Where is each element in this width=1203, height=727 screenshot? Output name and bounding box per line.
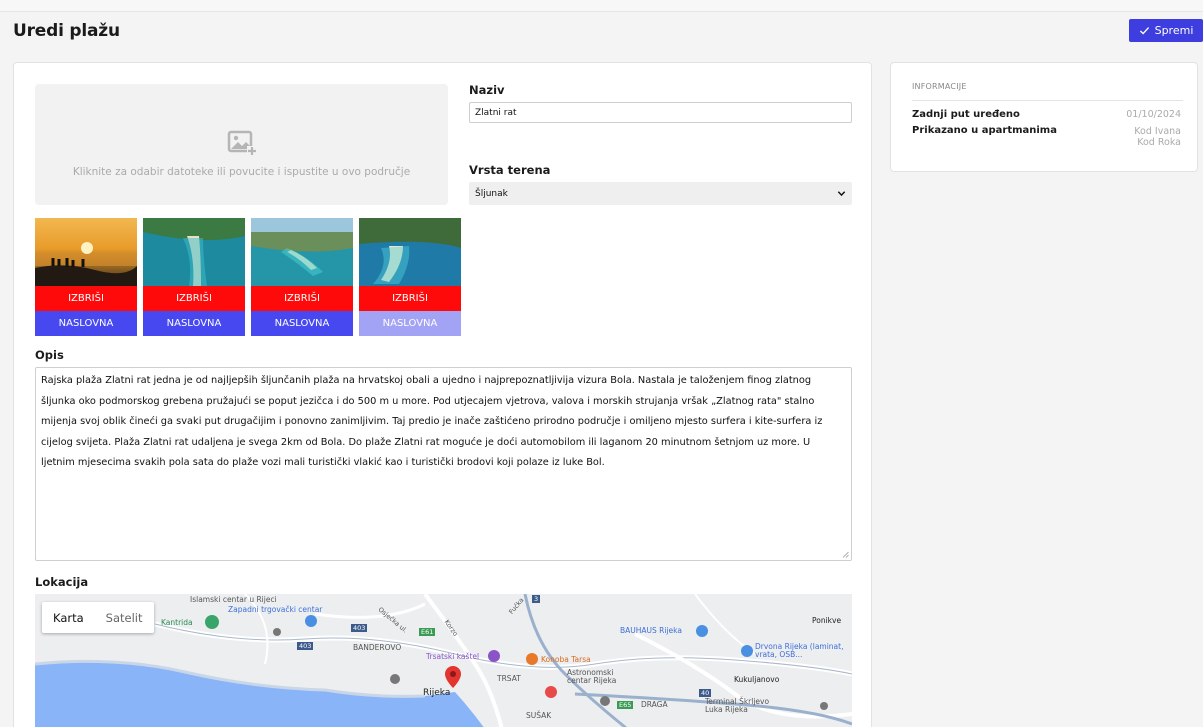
name-label: Naziv: [469, 83, 505, 97]
save-button-label: Spremi: [1154, 24, 1194, 37]
description-text: Rajska plaža Zlatni rat jedna je od najl…: [41, 375, 823, 468]
image-dropzone[interactable]: Kliknite za odabir datoteke ili povucite…: [35, 84, 448, 205]
map-label: Kantrida: [161, 618, 193, 627]
apartment-name: Kod Ivana: [1134, 126, 1181, 137]
map-label: Astronomski centar Rijeka: [567, 668, 617, 685]
resize-handle-icon[interactable]: [842, 551, 849, 558]
beach-image-aerial: [143, 218, 245, 286]
map-tab-satelit[interactable]: Satelit: [95, 602, 154, 633]
beach-image-2: IZBRIŠI NASLOVNA: [143, 218, 245, 336]
map-label: Rijeka: [423, 688, 451, 698]
set-cover-button[interactable]: NASLOVNA: [251, 311, 353, 336]
edit-beach-form: Kliknite za odabir datoteke ili povucite…: [13, 62, 872, 727]
map-type-toggle: Karta Satelit: [42, 602, 154, 633]
last-edited-label: Zadnji put uređeno: [912, 109, 1020, 120]
set-cover-button[interactable]: NASLOVNA: [359, 311, 461, 336]
map-label: BAUHAUS Rijeka: [620, 626, 682, 635]
beach-image-peninsula: [359, 218, 461, 286]
last-edited-value: 01/10/2024: [1126, 109, 1181, 120]
map-label: Konoba Tarsa: [541, 655, 591, 664]
delete-image-button[interactable]: IZBRIŠI: [251, 286, 353, 311]
name-input[interactable]: [469, 102, 852, 123]
road-sign: E61: [419, 628, 436, 636]
beach-image-3: IZBRIŠI NASLOVNA: [251, 218, 353, 336]
map-label: Islamski centar u Rijeci: [190, 595, 277, 604]
map-label: SUŠAK: [526, 711, 552, 720]
save-button[interactable]: Spremi: [1129, 19, 1203, 42]
page-title: Uredi plažu: [13, 21, 120, 41]
shown-in-label: Prikazano u apartmanima: [912, 125, 1057, 136]
map-label: DRAGA: [641, 700, 668, 709]
delete-image-button[interactable]: IZBRIŠI: [359, 286, 461, 311]
dropzone-text: Kliknite za odabir datoteke ili povucite…: [72, 165, 411, 178]
road-sign: 40: [699, 689, 712, 697]
map-tab-karta[interactable]: Karta: [42, 602, 95, 633]
shown-in-values: Kod Ivana Kod Roka: [1134, 126, 1181, 148]
map-label: BANDEROVO: [353, 643, 402, 652]
description-textarea[interactable]: Rajska plaža Zlatni rat jedna je od najl…: [35, 367, 852, 561]
beach-image-coast: [251, 218, 353, 286]
set-cover-button[interactable]: NASLOVNA: [143, 311, 245, 336]
top-bar: [0, 0, 1203, 12]
map-label: Terminal Škrljevo Luka Rijeka: [705, 697, 770, 714]
road-sign: E65: [617, 701, 634, 709]
delete-image-button[interactable]: IZBRIŠI: [143, 286, 245, 311]
map-label: Ponikve: [812, 616, 842, 625]
beach-image-sunset: [35, 218, 137, 286]
map-label: Trsatski kaštel: [426, 652, 480, 661]
info-panel: INFORMACIJE Zadnji put uređeno 01/10/202…: [890, 62, 1198, 172]
location-map[interactable]: Karta Satelit Islamski centar u Rijeci Z…: [35, 594, 852, 727]
beach-image-1: IZBRIŠI NASLOVNA: [35, 218, 137, 336]
terrain-select[interactable]: Šljunak: [469, 182, 852, 205]
location-label: Lokacija: [35, 575, 89, 589]
apartment-name: Kod Roka: [1137, 137, 1181, 148]
beach-image-4: IZBRIŠI NASLOVNA: [359, 218, 461, 336]
map-label: Zapadni trgovački centar: [228, 605, 323, 614]
map-label: TRSAT: [497, 674, 521, 683]
delete-image-button[interactable]: IZBRIŠI: [35, 286, 137, 311]
check-icon: [1139, 27, 1149, 35]
info-divider: [912, 100, 1183, 101]
road-sign: 3: [532, 595, 541, 603]
map-label: Drvona Rijeka (laminat, vrata, OSB...: [755, 642, 844, 659]
terrain-label: Vrsta terena: [469, 163, 551, 177]
chevron-down-icon: [837, 191, 846, 197]
map-label: Kukuljanovo: [734, 675, 780, 684]
set-cover-button[interactable]: NASLOVNA: [35, 311, 137, 336]
description-label: Opis: [35, 348, 64, 362]
road-sign: 403: [351, 624, 368, 632]
add-image-icon: [227, 130, 257, 156]
road-sign: 403: [297, 642, 314, 650]
terrain-select-value: Šljunak: [475, 188, 508, 199]
info-title: INFORMACIJE: [912, 82, 967, 91]
